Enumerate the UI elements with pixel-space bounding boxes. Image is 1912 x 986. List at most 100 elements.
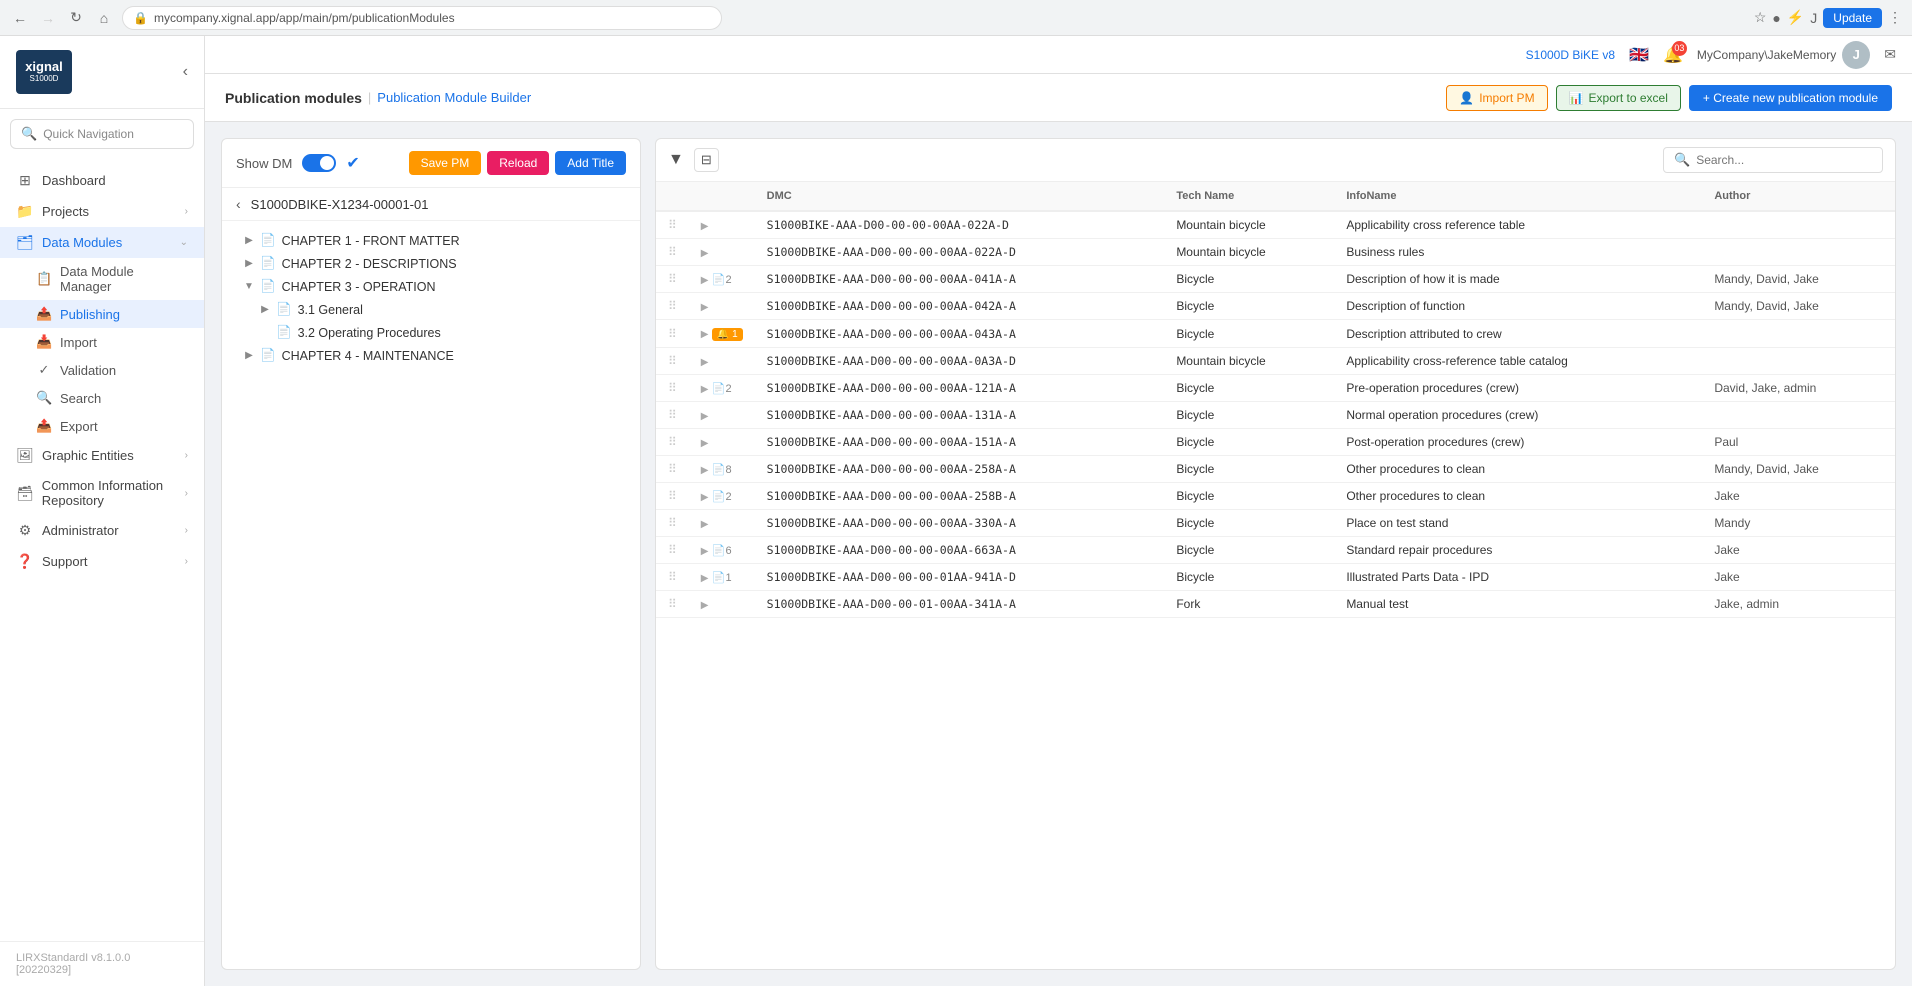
profile-icon[interactable]: ● [1772, 10, 1780, 26]
th-tech-name[interactable]: Tech Name [1164, 182, 1334, 211]
view-toggle-button[interactable]: ⊟ [694, 148, 719, 172]
drag-handle[interactable]: ⠿ [656, 402, 689, 429]
row-chevron-icon[interactable]: ▶ [701, 221, 709, 232]
sidebar-collapse-button[interactable]: ‹ [183, 63, 188, 81]
drag-handle[interactable]: ⠿ [656, 591, 689, 618]
table-row[interactable]: ⠿▶ 📄8S1000DBIKE-AAA-D00-00-00-00AA-258A-… [656, 456, 1895, 483]
sidebar-item-support[interactable]: ❓ Support › [0, 546, 204, 577]
row-expand[interactable]: ▶ [689, 591, 755, 618]
pm-collapse-button[interactable]: ‹ [236, 196, 241, 212]
back-button[interactable]: ← [10, 8, 30, 28]
table-row[interactable]: ⠿▶ 📄2S1000DBIKE-AAA-D00-00-00-00AA-258B-… [656, 483, 1895, 510]
drag-handle[interactable]: ⠿ [656, 211, 689, 239]
table-row[interactable]: ⠿▶S1000DBIKE-AAA-D00-00-00-00AA-131A-ABi… [656, 402, 1895, 429]
table-row[interactable]: ⠿▶ 📄2S1000DBIKE-AAA-D00-00-00-00AA-041A-… [656, 266, 1895, 293]
sidebar-item-graphic-entities[interactable]: 🖼 Graphic Entities › [0, 440, 204, 471]
update-button[interactable]: Update [1823, 8, 1882, 28]
sidebar-item-validation[interactable]: ✓ Validation [0, 356, 204, 384]
row-expand[interactable]: ▶ [689, 239, 755, 266]
sidebar-item-data-modules[interactable]: 🗂 Data Modules ⌄ [0, 227, 204, 258]
row-chevron-icon[interactable]: ▶ [701, 519, 709, 530]
save-pm-button[interactable]: Save PM [409, 151, 482, 175]
table-row[interactable]: ⠿▶ 📄2S1000DBIKE-AAA-D00-00-00-00AA-121A-… [656, 375, 1895, 402]
tree-item-3-1[interactable]: ▶ 📄 3.1 General [222, 298, 640, 321]
drag-handle[interactable]: ⠿ [656, 510, 689, 537]
add-title-button[interactable]: Add Title [555, 151, 626, 175]
drag-handle[interactable]: ⠿ [656, 483, 689, 510]
row-chevron-icon[interactable]: ▶ [701, 411, 709, 422]
drag-handle[interactable]: ⠿ [656, 429, 689, 456]
sidebar-item-export[interactable]: 📤 Export [0, 412, 204, 440]
row-expand[interactable]: ▶ [689, 429, 755, 456]
search-input[interactable] [1696, 153, 1872, 167]
tree-item-ch4[interactable]: ▶ 📄 CHAPTER 4 - MAINTENANCE [222, 344, 640, 367]
row-chevron-icon[interactable]: ▶ [701, 302, 709, 313]
drag-handle[interactable]: ⠿ [656, 375, 689, 402]
forward-button[interactable]: → [38, 8, 58, 28]
row-expand[interactable]: ▶ 📄2 [689, 266, 755, 293]
show-dm-toggle[interactable] [302, 154, 336, 172]
filter-button[interactable]: ▼ [668, 151, 684, 169]
row-chevron-icon[interactable]: ▶ [701, 329, 709, 340]
th-author[interactable]: Author [1702, 182, 1895, 211]
sidebar-item-projects[interactable]: 📁 Projects › [0, 196, 204, 227]
table-row[interactable]: ⠿▶S1000DBIKE-AAA-D00-00-00-00AA-022A-DMo… [656, 239, 1895, 266]
drag-handle[interactable]: ⠿ [656, 293, 689, 320]
row-chevron-icon[interactable]: ▶ [701, 275, 709, 286]
row-expand[interactable]: ▶ 📄8 [689, 456, 755, 483]
header-subtitle[interactable]: Publication Module Builder [377, 90, 531, 105]
user-info[interactable]: MyCompany\JakeMemory J [1697, 41, 1870, 69]
table-row[interactable]: ⠿▶ 📄6S1000DBIKE-AAA-D00-00-00-00AA-663A-… [656, 537, 1895, 564]
extension-icon[interactable]: ⚡ [1787, 9, 1804, 26]
tree-item-3-2[interactable]: ▶ 📄 3.2 Operating Procedures [222, 321, 640, 344]
row-expand[interactable]: ▶ 📄6 [689, 537, 755, 564]
reload-browser-button[interactable]: ↻ [66, 8, 86, 28]
table-row[interactable]: ⠿▶S1000DBIKE-AAA-D00-00-00-00AA-151A-ABi… [656, 429, 1895, 456]
row-chevron-icon[interactable]: ▶ [701, 546, 709, 557]
row-chevron-icon[interactable]: ▶ [701, 465, 709, 476]
drag-handle[interactable]: ⠿ [656, 348, 689, 375]
table-row[interactable]: ⠿▶ 🔔 1S1000DBIKE-AAA-D00-00-00-00AA-043A… [656, 320, 1895, 348]
sidebar-item-dashboard[interactable]: ⊞ Dashboard [0, 165, 204, 196]
row-expand[interactable]: ▶ 🔔 1 [689, 320, 755, 348]
row-expand[interactable]: ▶ 📄2 [689, 375, 755, 402]
tree-item-ch3[interactable]: ▼ 📄 CHAPTER 3 - OPERATION [222, 275, 640, 298]
drag-handle[interactable]: ⠿ [656, 564, 689, 591]
messages-button[interactable]: ✉ [1884, 46, 1896, 63]
row-expand[interactable]: ▶ [689, 348, 755, 375]
drag-handle[interactable]: ⠿ [656, 239, 689, 266]
sidebar-item-common-info[interactable]: 🗃 Common Information Repository › [0, 471, 204, 515]
row-expand[interactable]: ▶ [689, 293, 755, 320]
row-expand[interactable]: ▶ 📄2 [689, 483, 755, 510]
sidebar-item-dm-manager[interactable]: 📋 Data Module Manager [0, 258, 204, 300]
create-pm-button[interactable]: + Create new publication module [1689, 85, 1892, 111]
tree-item-ch2[interactable]: ▶ 📄 CHAPTER 2 - DESCRIPTIONS [222, 252, 640, 275]
export-excel-button[interactable]: 📊 Export to excel [1556, 85, 1681, 111]
row-chevron-icon[interactable]: ▶ [701, 573, 709, 584]
th-dmc[interactable]: DMC [755, 182, 1165, 211]
home-button[interactable]: ⌂ [94, 8, 114, 28]
table-row[interactable]: ⠿▶S1000DBIKE-AAA-D00-00-01-00AA-341A-AFo… [656, 591, 1895, 618]
quick-navigation[interactable]: 🔍 Quick Navigation [10, 119, 194, 149]
row-chevron-icon[interactable]: ▶ [701, 357, 709, 368]
account-icon[interactable]: J [1810, 10, 1817, 26]
table-row[interactable]: ⠿▶S1000BIKE-AAA-D00-00-00-00AA-022A-DMou… [656, 211, 1895, 239]
table-row[interactable]: ⠿▶S1000DBIKE-AAA-D00-00-00-00AA-330A-ABi… [656, 510, 1895, 537]
bookmark-icon[interactable]: ☆ [1754, 9, 1767, 26]
notification-button[interactable]: 🔔 03 [1663, 45, 1683, 65]
reload-button[interactable]: Reload [487, 151, 549, 175]
th-info-name[interactable]: InfoName [1334, 182, 1702, 211]
drag-handle[interactable]: ⠿ [656, 456, 689, 483]
row-chevron-icon[interactable]: ▶ [701, 492, 709, 503]
drag-handle[interactable]: ⠿ [656, 320, 689, 348]
table-row[interactable]: ⠿▶S1000DBIKE-AAA-D00-00-00-00AA-042A-ABi… [656, 293, 1895, 320]
drag-handle[interactable]: ⠿ [656, 537, 689, 564]
row-expand[interactable]: ▶ [689, 510, 755, 537]
table-row[interactable]: ⠿▶ 📄1S1000DBIKE-AAA-D00-00-00-01AA-941A-… [656, 564, 1895, 591]
sidebar-item-publishing[interactable]: 📤 Publishing [0, 300, 204, 328]
row-expand[interactable]: ▶ [689, 402, 755, 429]
row-expand[interactable]: ▶ [689, 211, 755, 239]
table-row[interactable]: ⠿▶S1000DBIKE-AAA-D00-00-00-00AA-0A3A-DMo… [656, 348, 1895, 375]
import-pm-button[interactable]: 👤 Import PM [1446, 85, 1547, 111]
drag-handle[interactable]: ⠿ [656, 266, 689, 293]
